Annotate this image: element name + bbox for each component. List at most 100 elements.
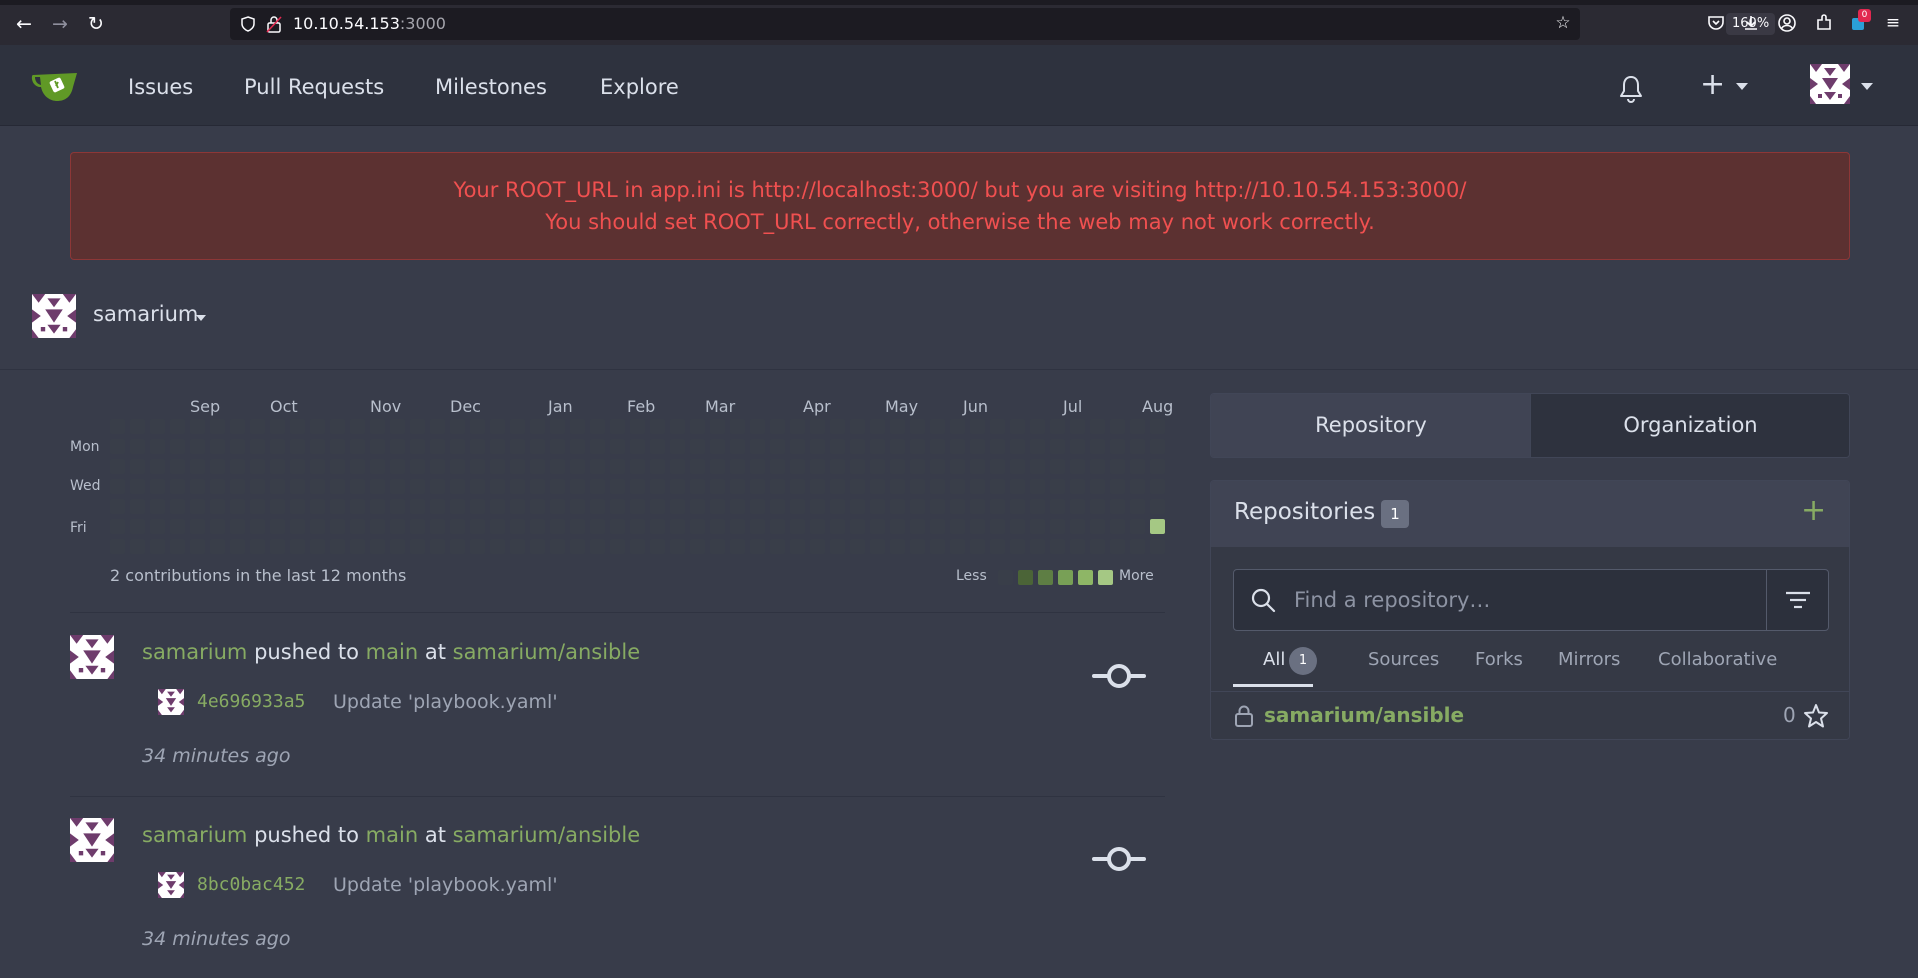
heatmap-cell xyxy=(1110,479,1125,494)
heatmap-cell xyxy=(1030,419,1045,434)
nav-pull-requests[interactable]: Pull Requests xyxy=(244,75,384,99)
user-avatar[interactable] xyxy=(70,635,114,679)
tab-organization[interactable]: Organization xyxy=(1530,394,1849,457)
new-repository-plus-icon[interactable]: + xyxy=(1801,493,1826,528)
heatmap-cell xyxy=(550,439,565,454)
repo-filter-button[interactable] xyxy=(1766,570,1829,630)
heatmap-cell xyxy=(1050,499,1065,514)
contribution-heatmap: Sep Oct Nov Dec Jan Feb Mar Apr May Jun … xyxy=(60,393,1175,593)
filter-tab-collaborative[interactable]: Collaborative xyxy=(1658,649,1777,670)
filter-tab-forks[interactable]: Forks xyxy=(1475,649,1523,670)
heatmap-cell xyxy=(1030,459,1045,474)
feed-actor-link[interactable]: samarium xyxy=(142,640,247,664)
feed-repo-link[interactable]: samarium/ansible xyxy=(453,640,640,664)
star-icon[interactable] xyxy=(1803,703,1829,729)
forward-icon[interactable]: → xyxy=(48,12,72,36)
user-avatar[interactable] xyxy=(1810,64,1850,104)
heatmap-cell xyxy=(1070,459,1085,474)
chevron-down-icon[interactable] xyxy=(1861,83,1873,90)
bookmark-star-icon[interactable]: ☆ xyxy=(1552,12,1574,34)
create-plus-icon[interactable]: + xyxy=(1700,70,1725,100)
heatmap-cell xyxy=(810,419,825,434)
heatmap-cell xyxy=(1070,479,1085,494)
url-text[interactable]: 10.10.54.153:3000 xyxy=(293,14,446,33)
heatmap-cell xyxy=(510,459,525,474)
heatmap-cell xyxy=(1090,519,1105,534)
shield-icon[interactable] xyxy=(240,16,256,32)
heatmap-cell xyxy=(850,479,865,494)
heatmap-cell xyxy=(1050,479,1065,494)
heatmap-cell xyxy=(730,519,745,534)
heatmap-cell xyxy=(990,419,1005,434)
commit-sha-link[interactable]: 4e696933a5 xyxy=(197,691,305,712)
heatmap-cell xyxy=(370,419,385,434)
heatmap-cell xyxy=(790,459,805,474)
container-extension-icon[interactable]: 0 xyxy=(1849,9,1871,33)
heatmap-cell xyxy=(870,439,885,454)
heatmap-month: Oct xyxy=(270,397,298,416)
divider xyxy=(70,796,1165,797)
back-icon[interactable]: ← xyxy=(12,12,36,36)
heatmap-cell xyxy=(130,499,145,514)
heatmap-cell xyxy=(970,419,985,434)
heatmap-cell xyxy=(990,499,1005,514)
commit-author-avatar[interactable] xyxy=(158,872,184,898)
commit-sha-link[interactable]: 8bc0bac452 xyxy=(197,874,305,895)
commit-author-avatar[interactable] xyxy=(158,689,184,715)
heatmap-cell xyxy=(750,539,765,554)
chevron-down-icon[interactable] xyxy=(196,315,206,321)
heatmap-cell xyxy=(530,439,545,454)
heatmap-cell xyxy=(810,459,825,474)
filter-tab-sources[interactable]: Sources xyxy=(1368,649,1439,670)
menu-icon[interactable]: ≡ xyxy=(1882,12,1904,34)
tab-repository[interactable]: Repository xyxy=(1211,394,1531,457)
user-avatar[interactable] xyxy=(70,818,114,862)
heatmap-cell xyxy=(750,419,765,434)
heatmap-cell xyxy=(590,439,605,454)
repo-list-item[interactable]: samarium/ansible 0 xyxy=(1211,691,1849,739)
nav-explore[interactable]: Explore xyxy=(600,75,679,99)
pocket-icon[interactable] xyxy=(1706,13,1726,33)
heatmap-cell xyxy=(510,479,525,494)
feed-actor-link[interactable]: samarium xyxy=(142,823,247,847)
reload-icon[interactable]: ↻ xyxy=(84,12,108,36)
heatmap-cell xyxy=(530,459,545,474)
bell-icon[interactable] xyxy=(1615,73,1647,105)
nav-milestones[interactable]: Milestones xyxy=(435,75,547,99)
heatmap-cell xyxy=(750,459,765,474)
heatmap-cell xyxy=(710,419,725,434)
feed-action: samarium pushed to main at samarium/ansi… xyxy=(142,823,640,847)
filter-tab-mirrors[interactable]: Mirrors xyxy=(1558,649,1620,670)
repo-search-input[interactable] xyxy=(1292,580,1752,620)
feed-repo-link[interactable]: samarium/ansible xyxy=(453,823,640,847)
address-bar[interactable]: 10.10.54.153:3000 160% ☆ xyxy=(230,8,1776,40)
heatmap-cell xyxy=(250,439,265,454)
heatmap-cell xyxy=(890,419,905,434)
heatmap-cell xyxy=(490,539,505,554)
repo-name-link[interactable]: samarium/ansible xyxy=(1264,703,1464,727)
lock-insecure-icon[interactable] xyxy=(266,15,282,33)
url-host: 10.10.54.153 xyxy=(293,14,400,33)
heatmap-cell xyxy=(830,439,845,454)
nav-issues[interactable]: Issues xyxy=(128,75,193,99)
heatmap-month: Mar xyxy=(705,397,736,416)
context-username[interactable]: samarium xyxy=(93,302,198,326)
heatmap-cell xyxy=(250,539,265,554)
feed-timestamp: 34 minutes ago xyxy=(142,928,291,950)
feed-branch-link[interactable]: main xyxy=(366,640,418,664)
heatmap-cell xyxy=(130,539,145,554)
gitea-logo-icon[interactable] xyxy=(31,65,79,105)
heatmap-cell xyxy=(850,419,865,434)
user-avatar[interactable] xyxy=(32,294,76,338)
extensions-icon[interactable] xyxy=(1814,13,1834,33)
heatmap-cell xyxy=(110,519,125,534)
account-icon[interactable] xyxy=(1777,13,1797,33)
heatmap-cell xyxy=(1010,419,1025,434)
feed-branch-link[interactable]: main xyxy=(366,823,418,847)
heatmap-cell xyxy=(810,539,825,554)
chevron-down-icon[interactable] xyxy=(1736,83,1748,90)
filter-tab-all[interactable]: All xyxy=(1263,649,1285,670)
heatmap-cell xyxy=(950,519,965,534)
download-icon[interactable] xyxy=(1741,13,1761,33)
heatmap-cell xyxy=(790,539,805,554)
